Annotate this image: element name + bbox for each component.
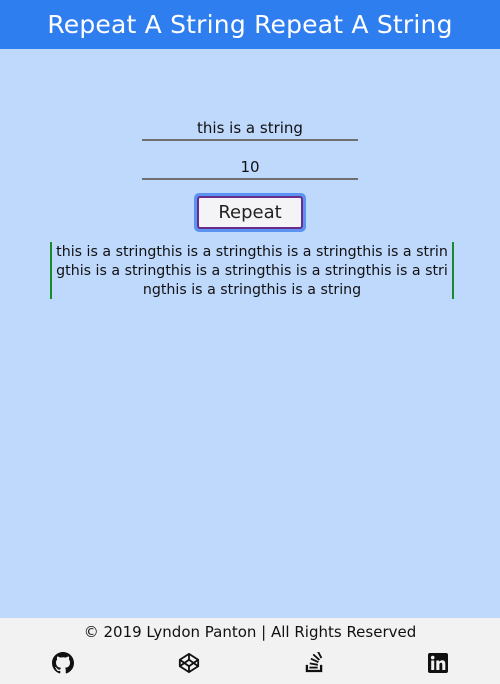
stackoverflow-icon <box>303 652 325 674</box>
codepen-link[interactable] <box>178 652 200 674</box>
linkedin-link[interactable] <box>427 652 449 674</box>
app-header: Repeat A String Repeat A String <box>0 0 500 49</box>
string-input[interactable] <box>142 117 358 141</box>
repeat-count-input[interactable] <box>142 156 358 180</box>
repeat-button-focus-ring: Repeat <box>194 193 306 232</box>
github-link[interactable] <box>52 652 74 674</box>
copyright-text: © 2019 Lyndon Panton | All Rights Reserv… <box>83 623 417 641</box>
output-box: this is a stringthis is a stringthis is … <box>50 242 454 299</box>
linkedin-icon <box>428 653 448 673</box>
footer: © 2019 Lyndon Panton | All Rights Reserv… <box>0 618 500 684</box>
page-title: Repeat A String Repeat A String <box>47 10 453 39</box>
codepen-icon <box>178 652 200 674</box>
repeat-button[interactable]: Repeat <box>197 196 303 229</box>
stackoverflow-link[interactable] <box>303 652 325 674</box>
github-icon <box>52 652 74 674</box>
output-text: this is a stringthis is a stringthis is … <box>56 244 448 298</box>
main-content: Repeat this is a stringthis is a stringt… <box>0 49 500 618</box>
